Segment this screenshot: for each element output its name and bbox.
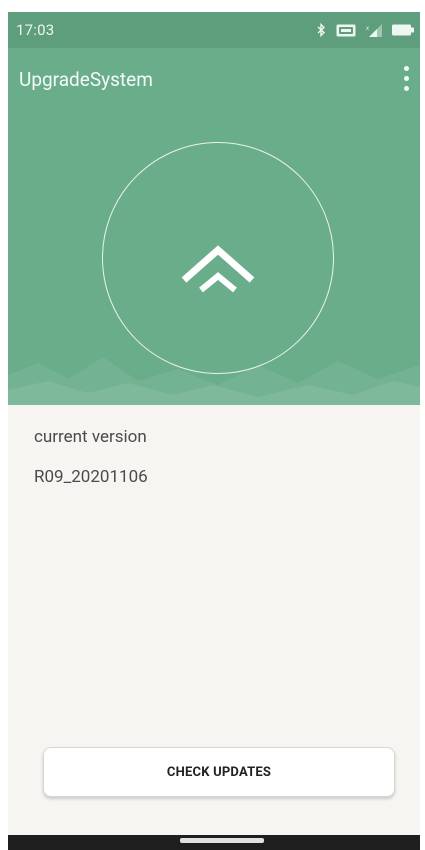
svg-text:x: x [366,26,369,32]
check-updates-button[interactable]: CHECK UPDATES [43,747,395,797]
mountains-decoration [8,357,420,405]
hero-header: UpgradeSystem [8,48,420,405]
status-time: 17:03 [16,21,55,39]
nfc-icon [336,24,356,36]
status-icons: x [317,23,414,37]
bluetooth-icon [317,23,326,37]
phone-screen: 17:03 x UpgradeSystem current version R0… [8,12,420,850]
content-area: current version R09_20201106 CHECK UPDAT… [8,405,420,835]
app-title: UpgradeSystem [19,68,153,91]
current-version-value: R09_20201106 [34,467,148,487]
navigation-bar [8,835,420,850]
current-version-label: current version [34,427,147,447]
battery-icon [392,24,414,36]
more-vert-icon[interactable] [392,58,420,98]
home-handle[interactable] [180,838,264,843]
signal-icon: x [366,23,382,37]
double-chevron-up-icon[interactable] [168,238,268,298]
status-bar: 17:03 x [8,12,420,48]
